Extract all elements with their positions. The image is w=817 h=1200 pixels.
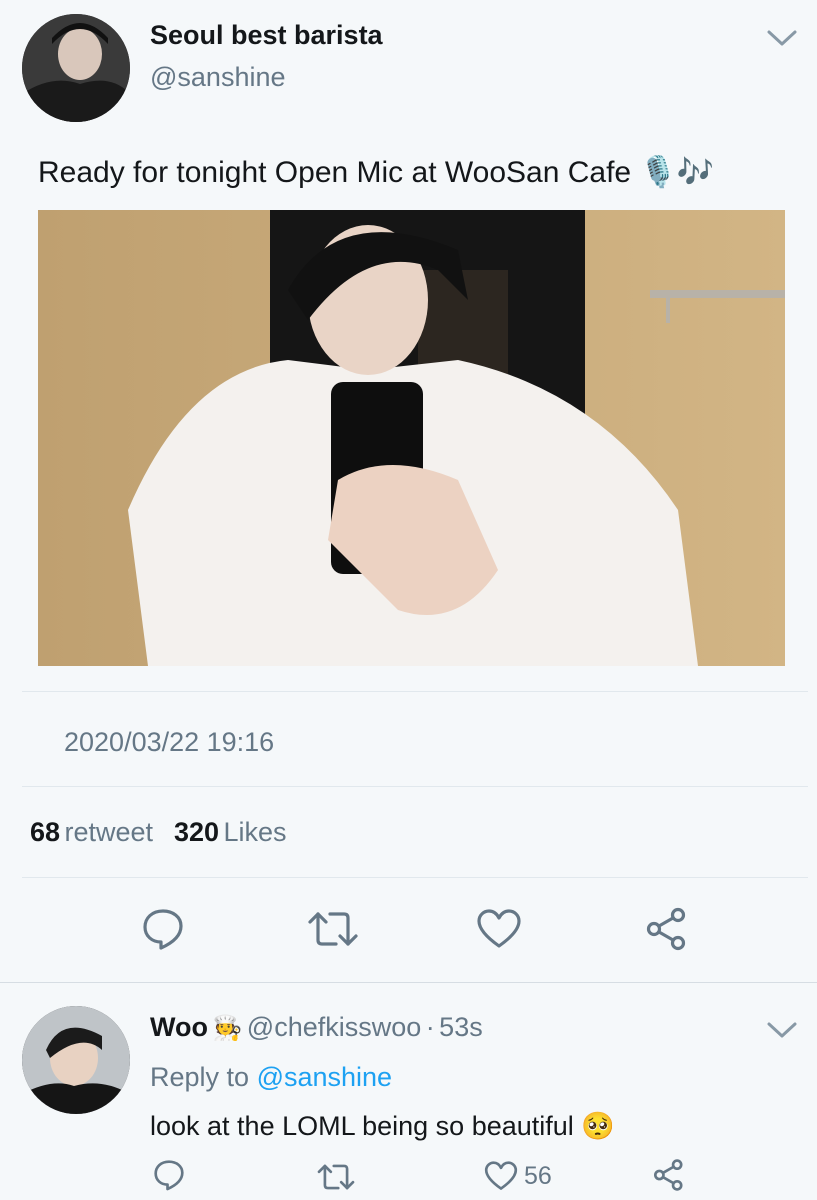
share-icon (646, 907, 686, 951)
reply-like-count: 56 (524, 1161, 552, 1190)
author-avatar[interactable] (22, 14, 130, 122)
retweet-label[interactable]: retweet (65, 817, 154, 847)
share-icon (653, 1159, 683, 1191)
tweet-emoji: 🎙️🎶 (639, 156, 715, 189)
share-button[interactable] (644, 906, 690, 952)
reply-context: Reply to @sanshine (150, 1062, 392, 1093)
author-handle[interactable]: @sanshine (150, 62, 286, 93)
heart-icon (477, 909, 521, 948)
reply-separator: · (425, 1012, 435, 1042)
reply-to-label: Reply to (150, 1062, 250, 1092)
retweet-icon (317, 1164, 355, 1190)
like-button[interactable] (476, 908, 522, 950)
reply-author-avatar[interactable] (22, 1006, 130, 1114)
tweet-stats: 68 retweet 320 Likes (30, 817, 287, 848)
chef-badge-icon: 🧑‍🍳 (212, 1015, 243, 1042)
speech-bubble-icon (154, 1160, 184, 1191)
tweet-timestamp: 2020/03/22 19:16 (64, 727, 275, 757)
reply-button[interactable] (140, 906, 186, 952)
reply-chevron-down-icon[interactable] (766, 1020, 798, 1040)
divider (22, 691, 808, 692)
reply-text: look at the LOML being so beautiful 🥺 (150, 1110, 615, 1142)
author-name[interactable]: Seoul best barista (150, 20, 383, 51)
reply-emoji: 🥺 (581, 1111, 615, 1141)
retweet-count[interactable]: 68 (30, 817, 60, 847)
retweet-button[interactable] (306, 906, 360, 952)
heart-icon (484, 1161, 518, 1190)
tweet-media-photo[interactable] (38, 210, 785, 666)
reply-author-name[interactable]: Woo (150, 1012, 208, 1042)
reply-reply-button[interactable] (152, 1158, 186, 1192)
reply-header: Woo 🧑‍🍳 @chefkisswoo · 53s (150, 1012, 483, 1043)
reply-like-button[interactable]: 56 (484, 1160, 552, 1192)
divider (22, 877, 808, 878)
reply-retweet-button[interactable] (316, 1160, 356, 1194)
tweet-text-body: Ready for tonight Open Mic at WooSan Caf… (38, 156, 632, 189)
divider (0, 982, 817, 983)
reply-age: 53s (439, 1012, 483, 1042)
reply-to-link[interactable]: @sanshine (257, 1062, 393, 1092)
speech-bubble-icon (143, 909, 183, 950)
like-count[interactable]: 320 (174, 817, 219, 847)
tweet-text: Ready for tonight Open Mic at WooSan Caf… (38, 155, 714, 190)
reply-author-handle[interactable]: @chefkisswoo (247, 1012, 421, 1042)
like-label[interactable]: Likes (223, 817, 286, 847)
reply-share-button[interactable] (652, 1158, 686, 1192)
divider (22, 786, 808, 787)
retweet-icon (308, 912, 358, 946)
reply-text-body: look at the LOML being so beautiful (150, 1111, 574, 1141)
chevron-down-icon[interactable] (766, 28, 798, 48)
